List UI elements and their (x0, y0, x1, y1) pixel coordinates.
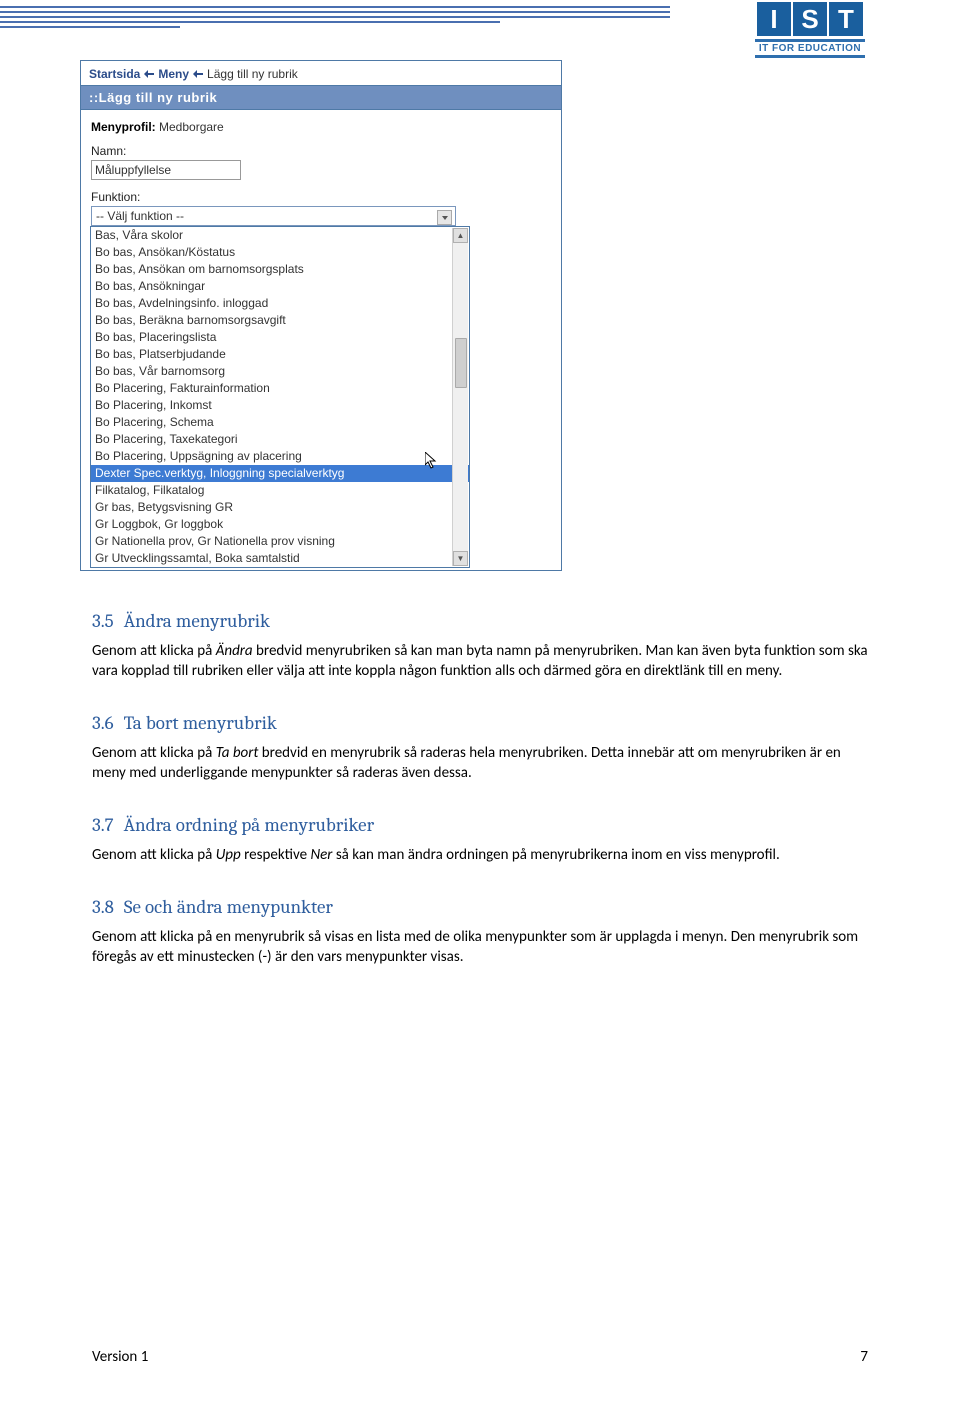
list-item[interactable]: Dexter Spec.verktyg, Inloggning specialv… (91, 465, 469, 482)
list-item[interactable]: Gr Nationella prov, Gr Nationella prov v… (91, 533, 469, 550)
heading-3-7: 3.7Ändra ordning på menyrubriker (92, 813, 868, 839)
para-3-6: Genom att klicka på Ta bort bredvid en m… (92, 743, 868, 784)
panel-title: ::Lägg till ny rubrik (81, 85, 561, 110)
para-3-7: Genom att klicka på Upp respektive Ner s… (92, 845, 868, 865)
logo: I S T IT FOR EDUCATION (755, 2, 865, 58)
list-item[interactable]: Bo bas, Vår barnomsorg (91, 363, 469, 380)
menyprofil-value: Medborgare (159, 120, 224, 134)
list-item[interactable]: Bo Placering, Uppsägning av placering (91, 448, 469, 465)
list-item[interactable]: Bo bas, Placeringslista (91, 329, 469, 346)
funktion-select[interactable]: -- Välj funktion -- (91, 206, 456, 226)
scroll-down-icon[interactable]: ▼ (453, 551, 468, 566)
menyprofil-label: Menyprofil: (91, 120, 156, 134)
funktion-options-listbox[interactable]: Bas, Våra skolorBo bas, Ansökan/Köstatus… (90, 226, 470, 568)
heading-3-6: 3.6Ta bort menyrubrik (92, 711, 868, 737)
list-item[interactable]: Bo bas, Beräkna barnomsorgsavgift (91, 312, 469, 329)
footer-page: 7 (860, 1348, 868, 1366)
list-item[interactable]: Filkatalog, Filkatalog (91, 482, 469, 499)
para-3-8: Genom att klicka på en menyrubrik så vis… (92, 927, 868, 968)
breadcrumb-item: Lägg till ny rubrik (207, 67, 298, 81)
menyprofil-line: Menyprofil: Medborgare (91, 120, 551, 134)
para-3-5: Genom att klicka på Ändra bredvid menyru… (92, 641, 868, 682)
breadcrumb-sep-icon (193, 70, 203, 78)
document-body: 3.5Ändra menyrubrik Genom att klicka på … (92, 609, 868, 967)
logo-tagline: IT FOR EDUCATION (755, 39, 865, 58)
page-footer: Version 1 7 (92, 1348, 868, 1366)
list-item[interactable]: Bo bas, Ansökningar (91, 278, 469, 295)
namn-input[interactable] (91, 160, 241, 180)
list-item[interactable]: Bo Placering, Taxekategori (91, 431, 469, 448)
footer-version: Version 1 (92, 1348, 148, 1366)
scroll-thumb[interactable] (455, 338, 467, 388)
list-item[interactable]: Bo Placering, Inkomst (91, 397, 469, 414)
breadcrumb-sep-icon (144, 70, 154, 78)
list-item[interactable]: Bo bas, Avdelningsinfo. inloggad (91, 295, 469, 312)
logo-letter: S (793, 2, 827, 36)
decorative-lines (0, 6, 670, 31)
logo-letter: T (829, 2, 863, 36)
list-item[interactable]: Bo Placering, Schema (91, 414, 469, 431)
heading-3-5: 3.5Ändra menyrubrik (92, 609, 868, 635)
breadcrumb-item[interactable]: Meny (158, 67, 189, 81)
list-item[interactable]: Gr Utvecklingssamtal, Boka samtalstid (91, 550, 469, 567)
list-item[interactable]: Bo bas, Ansökan om barnomsorgsplats (91, 261, 469, 278)
scroll-up-icon[interactable]: ▲ (453, 228, 468, 243)
list-item[interactable]: Bo bas, Ansökan/Köstatus (91, 244, 469, 261)
logo-letter: I (757, 2, 791, 36)
heading-3-8: 3.8Se och ändra menypunkter (92, 895, 868, 921)
breadcrumb: Startsida Meny Lägg till ny rubrik (81, 61, 561, 85)
scrollbar[interactable]: ▲ ▼ (452, 228, 468, 566)
page-header: I S T IT FOR EDUCATION (0, 0, 960, 50)
namn-label: Namn: (91, 144, 551, 158)
list-item[interactable]: Bas, Våra skolor (91, 227, 469, 244)
funktion-label: Funktion: (91, 190, 551, 204)
list-item[interactable]: Gr Loggbok, Gr loggbok (91, 516, 469, 533)
app-screenshot: Startsida Meny Lägg till ny rubrik ::Läg… (80, 60, 562, 571)
list-item[interactable]: Bo Placering, Fakturainformation (91, 380, 469, 397)
list-item[interactable]: Gr bas, Betygsvisning GR (91, 499, 469, 516)
breadcrumb-item[interactable]: Startsida (89, 67, 140, 81)
list-item[interactable]: Bo bas, Platserbjudande (91, 346, 469, 363)
